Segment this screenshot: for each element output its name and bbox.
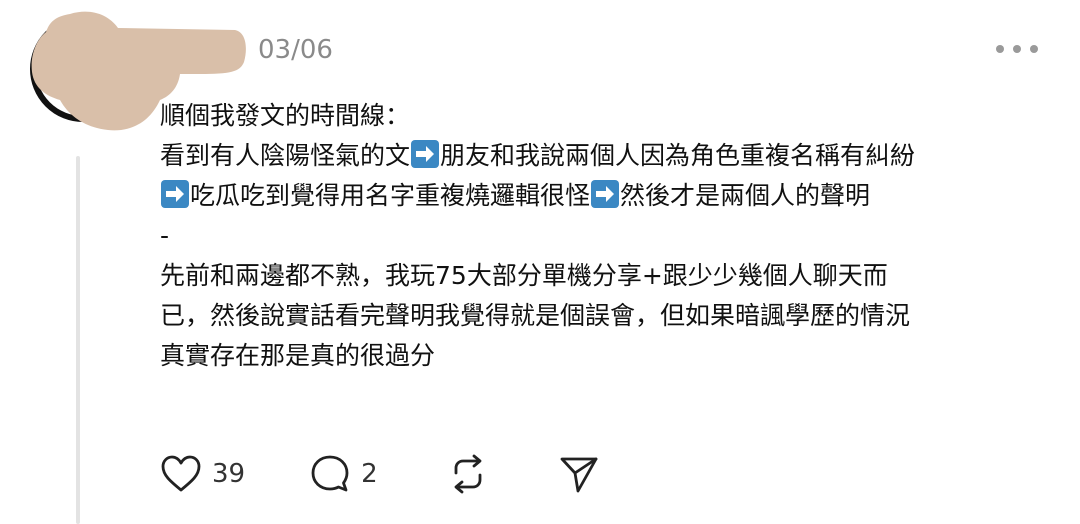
right-arrow-emoji-icon <box>161 180 189 208</box>
post-line: 先前和兩邊都不熟，我玩75大部分單機分享+跟少少幾個人聊天而 <box>160 261 888 290</box>
reply-button[interactable]: 2 <box>309 453 378 495</box>
reply-count: 2 <box>361 459 378 489</box>
more-dots-icon <box>996 45 1004 53</box>
post-body: 順個我發文的時間線： 看到有人陰陽怪氣的文 朋友和我說兩個人因為角色重複名稱有糾紛… <box>160 96 1060 376</box>
send-icon <box>560 457 598 493</box>
post-line: - <box>160 221 170 250</box>
repost-icon <box>454 454 482 494</box>
right-arrow-emoji-icon <box>591 180 620 208</box>
like-button[interactable]: 39 <box>160 454 245 494</box>
post-line: 吃瓜吃到覺得用名字重複燒邏輯很怪 然後才是兩個人的聲明 <box>160 176 1060 216</box>
right-arrow-emoji-icon <box>411 140 440 168</box>
share-button[interactable] <box>558 453 600 495</box>
post-date: 03/06 <box>258 35 333 65</box>
more-dots-icon <box>1013 45 1021 53</box>
action-bar: 39 2 <box>160 452 600 496</box>
post-line: 已，然後說實話看完聲明我覺得就是個誤會，但如果暗諷學歷的情況 <box>160 301 911 330</box>
comment-bubble-icon <box>311 455 349 492</box>
more-options-button[interactable] <box>996 34 1038 64</box>
post-line: 真實存在那是真的很過分 <box>160 341 436 370</box>
heart-icon <box>161 455 201 492</box>
like-count: 39 <box>212 459 246 489</box>
post-line: 看到有人陰陽怪氣的文 朋友和我說兩個人因為角色重複名稱有糾紛 <box>160 140 916 170</box>
thread-line <box>76 156 80 524</box>
more-dots-icon <box>1030 45 1038 53</box>
repost-button[interactable] <box>446 453 490 495</box>
post-line: 順個我發文的時間線： <box>160 101 411 130</box>
